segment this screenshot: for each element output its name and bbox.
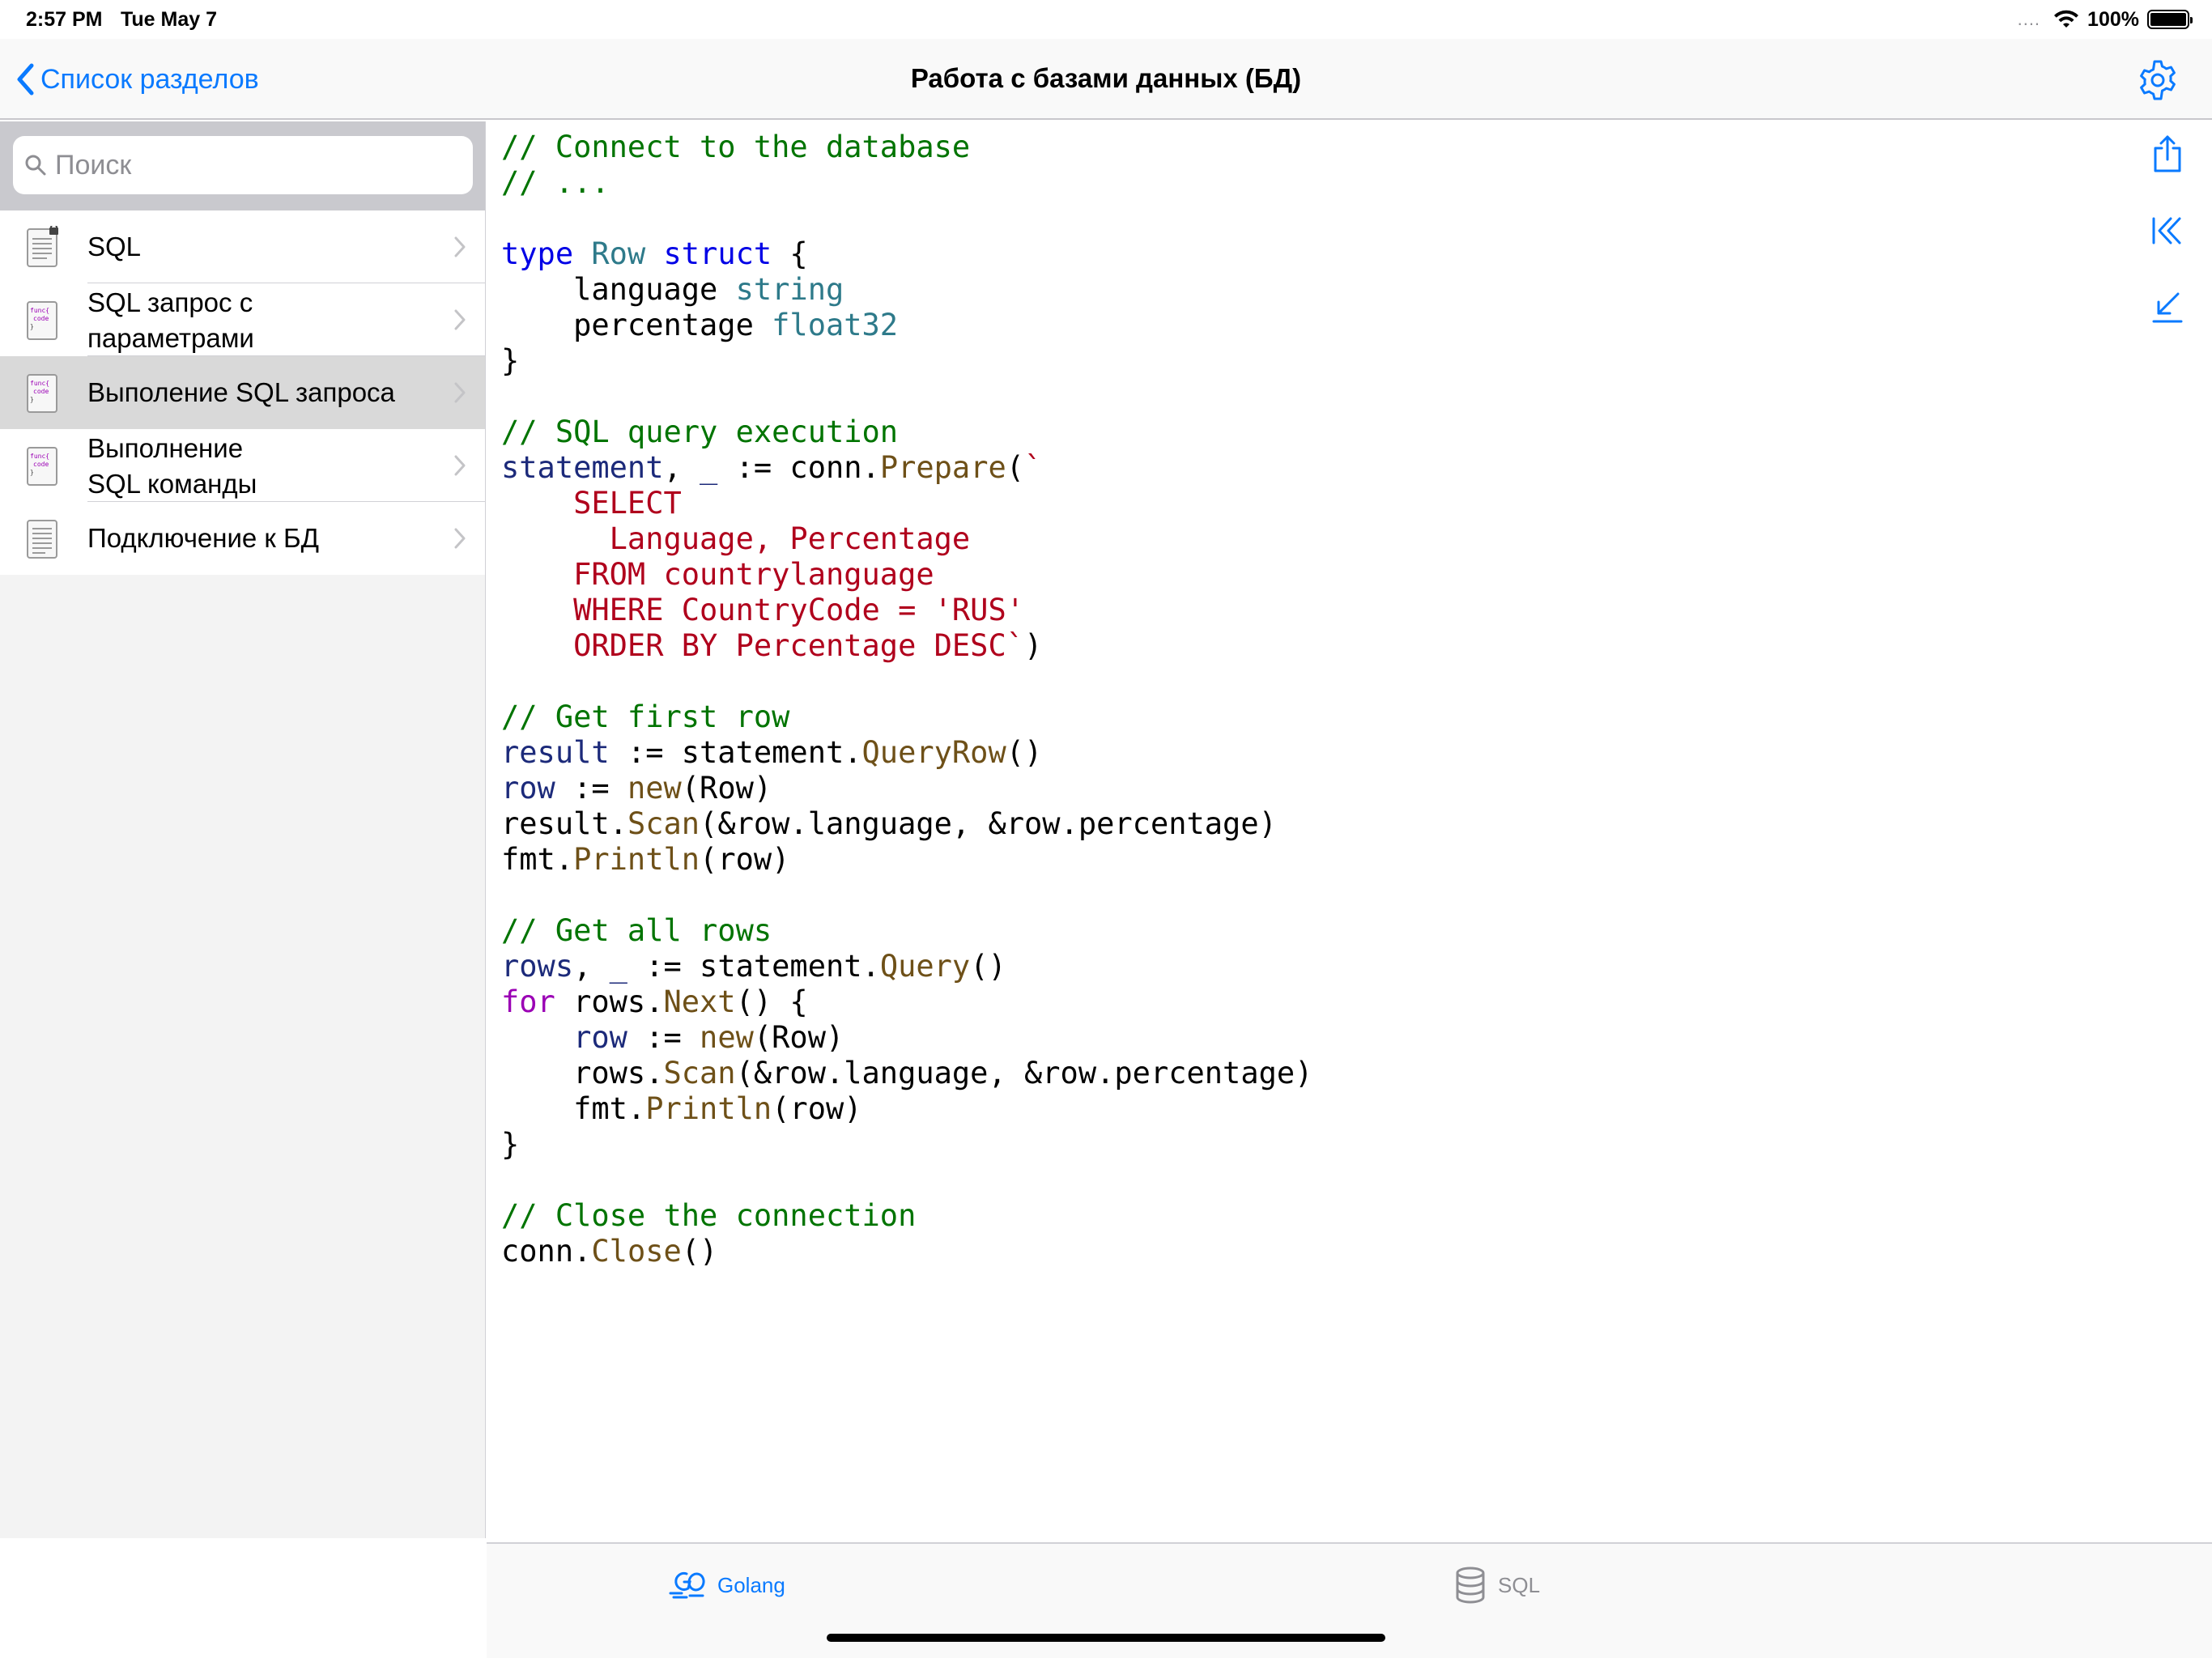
svg-text:code: code [33,315,49,322]
svg-text:func{: func{ [30,380,49,387]
document-icon [27,520,57,559]
collapse-icon[interactable] [2147,287,2188,328]
search-icon [25,155,46,176]
list-item-label: Подключение к БД [87,523,320,553]
search-field[interactable] [13,136,473,194]
svg-text:code: code [33,388,49,395]
list-item-label: SQL [87,232,142,261]
navigation-bar: Список разделов Работа с базами данных (… [0,39,2212,120]
func-code-icon: func{ code } [27,374,57,413]
chevron-right-icon [454,528,466,549]
svg-text:}: } [30,396,34,403]
chevron-right-icon [454,309,466,330]
tab-label: Golang [717,1572,785,1597]
wifi-icon [2054,10,2079,28]
search-bar [0,121,485,210]
status-right: .... 100% [2017,5,2193,34]
page-title: Работа с базами данных (БД) [910,63,1302,93]
status-time: 2:57 PM [26,8,103,31]
svg-text:func{: func{ [30,307,49,314]
signal-dots: .... [2017,9,2041,29]
share-icon[interactable] [2147,134,2188,174]
list-item-sql[interactable]: SQL [0,210,485,283]
locked-document-icon [27,226,58,267]
sidebar: SQL func{ code } SQL запрос с параметрам… [0,121,486,1538]
svg-text:func{: func{ [30,453,49,460]
svg-text:code: code [33,461,49,468]
svg-text:}: } [30,469,34,476]
tab-golang[interactable]: Golang [669,1565,785,1605]
list-item-label: Выполение SQL запроса [87,377,395,407]
func-code-icon: func{ code } [27,301,57,340]
battery-percent: 100% [2087,7,2139,31]
list-item-label: Выполнение SQL команды [87,433,257,499]
list-item-label: SQL запрос с параметрами [87,287,254,353]
home-indicator [827,1634,1385,1642]
chevron-right-icon [454,455,466,476]
database-icon [1456,1567,1485,1604]
list-item-sql-query-exec[interactable]: func{ code } Выполение SQL запроса [0,356,485,429]
battery-icon [2147,10,2193,29]
status-bar: 2:57 PM Tue May 7 .... 100% [0,0,2212,39]
status-date: Tue May 7 [121,8,218,31]
section-list: SQL func{ code } SQL запрос с параметрам… [0,210,485,575]
list-item-sql-command-exec[interactable]: func{ code } Выполнение SQL команды [0,429,485,502]
search-input[interactable] [55,149,444,181]
chevron-right-icon [454,236,466,257]
func-code-icon: func{ code } [27,447,57,486]
gear-icon[interactable] [2136,58,2180,102]
code-view[interactable]: // Connect to the database // ... type R… [487,121,2138,1538]
tab-sql[interactable]: SQL [1454,1565,1540,1605]
list-item-db-connection[interactable]: Подключение к БД [0,502,485,575]
list-item-sql-params[interactable]: func{ code } SQL запрос с параметрами [0,283,485,356]
chevron-right-icon [454,382,466,403]
svg-text:}: } [30,323,34,330]
golang-icon [669,1571,705,1599]
tab-label: SQL [1498,1572,1541,1597]
jump-to-start-icon[interactable] [2147,210,2188,251]
code-block[interactable]: // Connect to the database // ... type R… [501,130,1312,1269]
